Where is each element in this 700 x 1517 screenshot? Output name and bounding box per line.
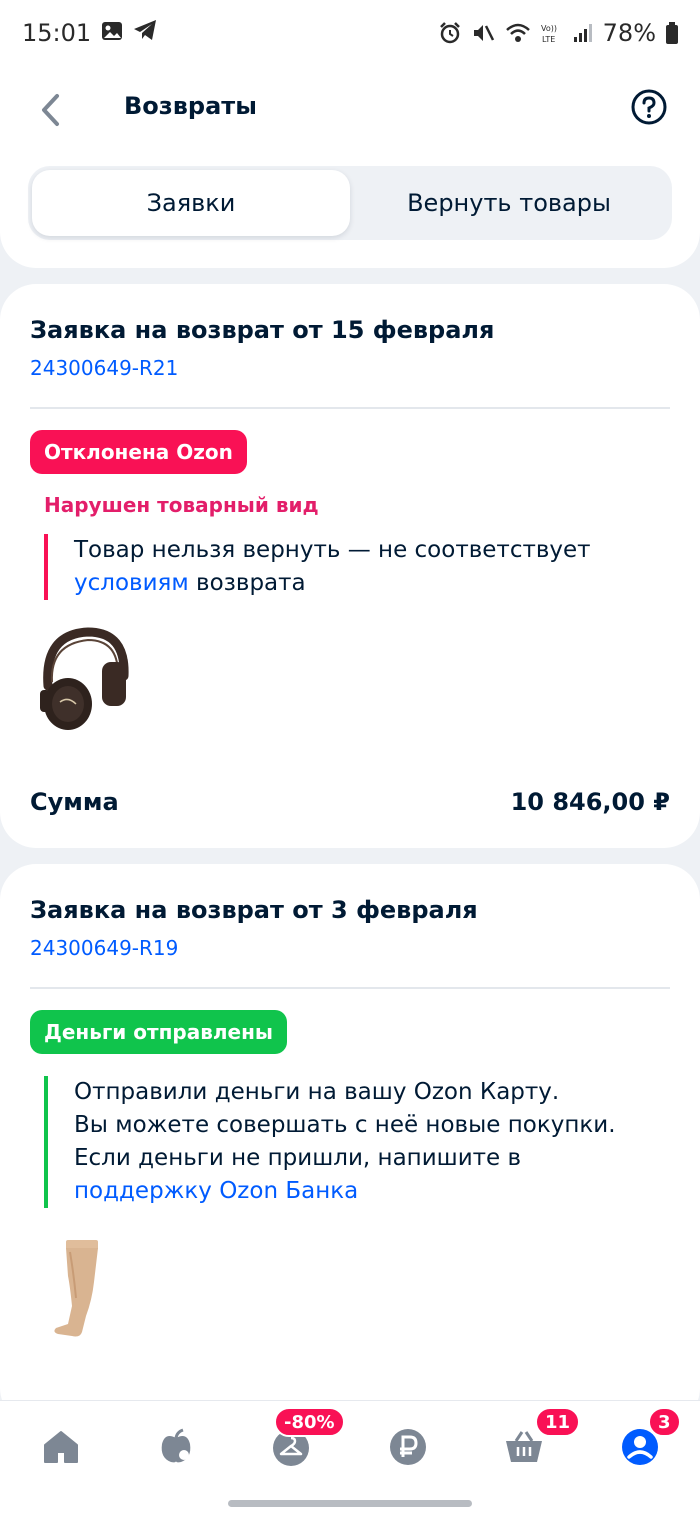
reject-reason: Нарушен товарный вид bbox=[44, 493, 319, 517]
header: Возвраты Заявки Вернуть товары bbox=[0, 66, 700, 268]
cart-icon bbox=[506, 1431, 542, 1462]
nav-badge: 11 bbox=[535, 1407, 581, 1437]
return-card[interactable]: Заявка на возврат от 15 февраля 24300649… bbox=[0, 284, 700, 848]
battery-percent: 78% bbox=[602, 19, 656, 47]
divider bbox=[30, 407, 670, 409]
bank-support-link[interactable]: поддержку Ozon Банка bbox=[74, 1175, 670, 1208]
nav-finance[interactable] bbox=[386, 1425, 430, 1469]
fresh-icon bbox=[161, 1428, 191, 1463]
alarm-icon bbox=[439, 22, 461, 44]
home-indicator[interactable] bbox=[228, 1500, 472, 1507]
status-time: 15:01 bbox=[22, 19, 92, 47]
tab-return-goods[interactable]: Вернуть товары bbox=[350, 170, 668, 236]
volte-icon: Vo)) LTE bbox=[541, 22, 563, 44]
question-icon bbox=[631, 89, 667, 125]
return-message: Отправили деньги на вашу Ozon Карту. Вы … bbox=[44, 1076, 670, 1208]
gallery-icon bbox=[101, 19, 123, 47]
headphones-image bbox=[40, 627, 129, 730]
return-message: Товар нельзя вернуть — не соответствует … bbox=[44, 534, 670, 600]
message-line: Отправили деньги на вашу Ozon Карту. bbox=[74, 1079, 560, 1105]
return-id-link[interactable]: 24300649-R19 bbox=[30, 936, 178, 960]
battery-icon bbox=[666, 22, 678, 44]
sum-label: Сумма bbox=[30, 788, 119, 816]
product-thumbnail[interactable] bbox=[30, 624, 130, 740]
svg-text:Vo)): Vo)) bbox=[541, 24, 557, 33]
nav-home[interactable] bbox=[39, 1425, 83, 1469]
stocking-image bbox=[54, 1240, 98, 1337]
return-title: Заявка на возврат от 3 февраля bbox=[30, 896, 478, 924]
sum-value: 10 846,00 ₽ bbox=[510, 788, 670, 816]
status-bar: 15:01 Vo)) LTE 78% bbox=[0, 0, 700, 66]
nav-badge: 3 bbox=[648, 1407, 681, 1437]
mute-icon bbox=[471, 22, 495, 44]
chevron-left-icon bbox=[42, 94, 59, 126]
return-title: Заявка на возврат от 15 февраля bbox=[30, 316, 495, 344]
telegram-icon bbox=[133, 19, 157, 47]
tabs: Заявки Вернуть товары bbox=[28, 166, 672, 240]
signal-icon bbox=[573, 23, 593, 43]
status-badge: Отклонена Ozon bbox=[30, 430, 247, 474]
message-line: Вы можете совершать с неё новые покупки. bbox=[74, 1112, 616, 1138]
ruble-icon bbox=[390, 1429, 426, 1465]
page-title: Возвраты bbox=[124, 92, 257, 120]
back-button[interactable] bbox=[30, 90, 70, 130]
message-text: возврата bbox=[188, 570, 306, 596]
message-text: Товар нельзя вернуть — не соответствует bbox=[74, 537, 591, 563]
help-button[interactable] bbox=[630, 88, 668, 126]
product-thumbnail[interactable] bbox=[44, 1236, 114, 1346]
divider bbox=[30, 987, 670, 989]
svg-text:LTE: LTE bbox=[542, 35, 555, 44]
nav-fresh[interactable] bbox=[154, 1425, 198, 1469]
return-id-link[interactable]: 24300649-R21 bbox=[30, 356, 178, 380]
home-icon bbox=[44, 1431, 78, 1463]
wifi-icon bbox=[505, 22, 531, 44]
conditions-link[interactable]: условиям bbox=[74, 570, 189, 596]
status-badge: Деньги отправлены bbox=[30, 1010, 288, 1054]
nav-badge: -80% bbox=[274, 1407, 345, 1437]
tab-requests[interactable]: Заявки bbox=[32, 170, 350, 236]
return-card[interactable]: Заявка на возврат от 3 февраля 24300649-… bbox=[0, 864, 700, 1424]
message-line: Если деньги не пришли, напишите в bbox=[74, 1145, 522, 1171]
